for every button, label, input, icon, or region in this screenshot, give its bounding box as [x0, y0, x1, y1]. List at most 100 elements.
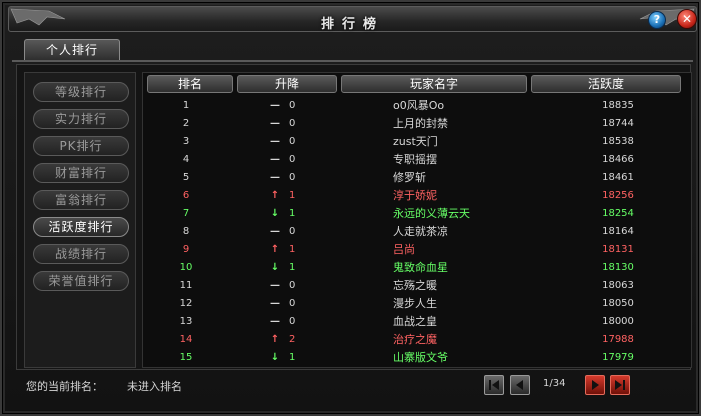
change-arrow-icon: ↑: [270, 190, 280, 201]
activity-cell: 18466: [602, 154, 634, 165]
activity-cell: 18063: [602, 280, 634, 291]
table-row[interactable]: 6 ↑ 1 淳于娇妮 18256: [143, 187, 693, 205]
tab-personal-ranking[interactable]: 个人排行: [24, 39, 120, 61]
player-name-cell: 治疗之魔: [393, 333, 437, 346]
change-arrow-icon: ↑: [270, 334, 280, 345]
change-cell: 2: [289, 334, 296, 345]
prev-page-button[interactable]: [510, 375, 530, 395]
table-row[interactable]: 7 ↓ 1 永远的义薄云天 18254: [143, 205, 693, 223]
menu-battle-ranking[interactable]: 战绩排行: [33, 244, 129, 264]
change-cell: 0: [289, 172, 296, 183]
close-button[interactable]: ✕: [677, 9, 697, 29]
change-cell: 0: [289, 280, 296, 291]
current-rank-value: 未进入排名: [127, 380, 182, 393]
ranking-table: 排名 升降 玩家名字 活跃度 1—0 o0风暴Oo 18835 2—0 上月的封禁 187…: [142, 72, 692, 368]
rank-cell: 7: [182, 208, 190, 219]
ranking-category-menu: 等级排行 实力排行 PK排行 财富排行 富翁排行 活跃度排行 战绩排行 荣誉值排…: [24, 72, 136, 368]
rank-cell: 4: [182, 154, 190, 165]
rank-cell: 3: [182, 136, 190, 147]
change-arrow-icon: —: [270, 136, 280, 147]
page-indicator: 1/34: [543, 378, 566, 389]
header-rank[interactable]: 排名: [147, 75, 233, 93]
player-name-cell: 淳于娇妮: [393, 189, 437, 202]
table-row[interactable]: 2 — 0 上月的封禁 18744: [143, 115, 693, 133]
menu-activity-ranking[interactable]: 活跃度排行: [33, 217, 129, 237]
menu-level-ranking[interactable]: 等级排行: [33, 82, 129, 102]
menu-wealth-ranking[interactable]: 财富排行: [33, 163, 129, 183]
player-name-cell: zust天门: [393, 135, 438, 148]
activity-cell: 18744: [602, 118, 634, 129]
change-arrow-icon: —: [270, 280, 280, 291]
player-name-cell: 上月的封禁: [393, 117, 448, 130]
table-row[interactable]: 10 ↓ 1 鬼致命血星 18130: [143, 259, 693, 277]
activity-cell: 18164: [602, 226, 634, 237]
player-name-cell: 漫步人生: [393, 297, 437, 310]
menu-rich-ranking[interactable]: 富翁排行: [33, 190, 129, 210]
prev-page-icon: [516, 380, 523, 390]
change-arrow-icon: —: [270, 100, 280, 111]
table-row[interactable]: 1 — 0 o0风暴Oo 18835: [143, 97, 693, 115]
activity-cell: 18254: [602, 208, 634, 219]
change-arrow-icon: ↓: [270, 208, 280, 219]
player-name-cell: 吕尚: [393, 243, 415, 256]
activity-cell: 18538: [602, 136, 634, 147]
activity-cell: 17988: [602, 334, 634, 345]
rank-cell: 12: [179, 298, 193, 309]
activity-cell: 18000: [602, 316, 634, 327]
player-name-cell: o0风暴Oo: [393, 99, 445, 112]
table-row[interactable]: 5 — 0 修罗斩 18461: [143, 169, 693, 187]
next-page-button[interactable]: [585, 375, 605, 395]
player-name-cell: 永远的义薄云天: [393, 207, 470, 220]
activity-cell: 18835: [602, 100, 634, 111]
header-player-name[interactable]: 玩家名字: [341, 75, 527, 93]
player-name-cell: 山寨版文爷: [393, 351, 448, 364]
title-bar[interactable]: 排行榜: [8, 6, 697, 32]
change-cell: 0: [289, 298, 296, 309]
activity-cell: 18256: [602, 190, 634, 201]
rank-cell: 10: [179, 262, 193, 273]
change-cell: 0: [289, 136, 296, 147]
table-header: 排名 升降 玩家名字 活跃度: [143, 73, 693, 95]
change-cell: 1: [289, 208, 296, 219]
change-arrow-icon: ↓: [270, 352, 280, 363]
rank-cell: 15: [179, 352, 193, 363]
rank-cell: 2: [182, 118, 190, 129]
player-name-cell: 忘殇之暖: [393, 279, 437, 292]
table-row[interactable]: 12 — 0 漫步人生 18050: [143, 295, 693, 313]
table-row[interactable]: 11 — 0 忘殇之暖 18063: [143, 277, 693, 295]
menu-honor-ranking[interactable]: 荣誉值排行: [33, 271, 129, 291]
help-button[interactable]: ?: [648, 11, 666, 29]
rank-cell: 9: [182, 244, 190, 255]
change-cell: 0: [289, 226, 296, 237]
rank-cell: 5: [182, 172, 190, 183]
table-row[interactable]: 4 — 0 专职摇摆 18466: [143, 151, 693, 169]
change-cell: 1: [289, 262, 296, 273]
change-cell: 1: [289, 244, 296, 255]
header-change[interactable]: 升降: [237, 75, 337, 93]
change-arrow-icon: —: [270, 172, 280, 183]
table-row[interactable]: 13 — 0 血战之皇 18000: [143, 313, 693, 331]
table-row[interactable]: 15 ↓ 1 山寨版文爷 17979: [143, 349, 693, 367]
activity-cell: 18130: [602, 262, 634, 273]
activity-cell: 18131: [602, 244, 634, 255]
table-row[interactable]: 9 ↑ 1 吕尚 18131: [143, 241, 693, 259]
header-activity[interactable]: 活跃度: [531, 75, 681, 93]
last-page-button[interactable]: [610, 375, 630, 395]
change-arrow-icon: —: [270, 118, 280, 129]
rank-cell: 11: [179, 280, 193, 291]
change-arrow-icon: ↓: [270, 262, 280, 273]
table-row[interactable]: 14 ↑ 2 治疗之魔 17988: [143, 331, 693, 349]
change-cell: 1: [289, 352, 296, 363]
table-row[interactable]: 8 — 0 人走就茶凉 18164: [143, 223, 693, 241]
player-name-cell: 专职摇摆: [393, 153, 437, 166]
window-title: 排行榜: [320, 17, 384, 32]
rank-cell: 8: [182, 226, 190, 237]
first-page-button[interactable]: [484, 375, 504, 395]
change-arrow-icon: —: [270, 316, 280, 327]
menu-strength-ranking[interactable]: 实力排行: [33, 109, 129, 129]
change-cell: 1: [289, 190, 296, 201]
activity-cell: 18461: [602, 172, 634, 183]
menu-pk-ranking[interactable]: PK排行: [33, 136, 129, 156]
table-row[interactable]: 3 — 0 zust天门 18538: [143, 133, 693, 151]
next-page-icon: [592, 380, 599, 390]
